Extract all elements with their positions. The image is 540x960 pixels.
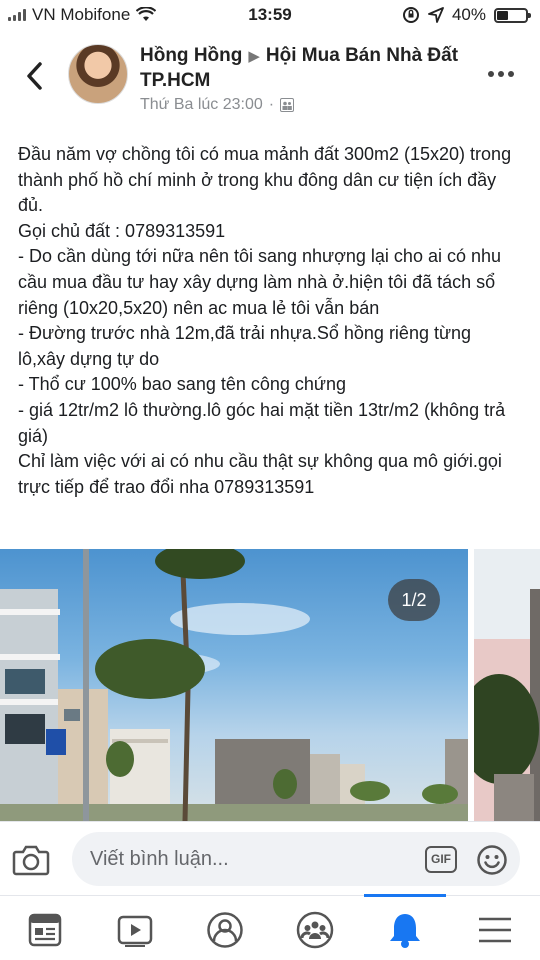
battery-icon <box>494 7 531 23</box>
active-tab-indicator <box>364 894 446 897</box>
separator-dot: · <box>268 96 275 113</box>
next-photo-preview[interactable] <box>474 549 540 821</box>
watch-icon[interactable] <box>115 910 155 950</box>
news-feed-icon[interactable] <box>25 910 65 950</box>
post-author-line: Hồng Hồng ▶ Hội Mua Bán Nhà Đất TP.HCM <box>140 44 470 93</box>
chevron-left-icon[interactable] <box>20 58 50 94</box>
bottom-tab-bar <box>0 894 540 960</box>
group-privacy-icon <box>280 98 295 112</box>
location-icon <box>428 7 444 23</box>
status-bar: VN Mobifone 13:59 40% <box>0 0 540 32</box>
post-header: Hồng Hồng ▶ Hội Mua Bán Nhà Đất TP.HCM Thứ… <box>0 38 540 124</box>
profile-icon[interactable] <box>205 910 245 950</box>
battery-percent: 40% <box>451 5 486 24</box>
author-name[interactable]: Hồng Hồng <box>140 45 242 66</box>
arrow-right-icon: ▶ <box>248 48 260 65</box>
menu-icon[interactable] <box>475 910 515 950</box>
gif-button[interactable]: GIF <box>425 846 457 873</box>
comment-bar: Viết bình luận... GIF <box>0 821 540 895</box>
photo-preview-scene <box>474 589 540 821</box>
battery-fill <box>497 10 508 20</box>
notifications-bell-icon[interactable] <box>385 910 425 950</box>
rotation-lock-icon <box>402 7 419 23</box>
status-right: 40% <box>402 5 531 25</box>
more-horizontal-icon[interactable] <box>488 64 518 84</box>
comment-input[interactable]: Viết bình luận... GIF <box>72 832 520 886</box>
post-meta: Thứ Ba lúc 23:00 · <box>140 96 295 114</box>
smiley-icon[interactable] <box>476 844 508 876</box>
post-timestamp[interactable]: Thứ Ba lúc 23:00 <box>140 96 263 114</box>
avatar[interactable] <box>68 44 128 104</box>
photo-counter: 1/2 <box>388 579 440 621</box>
post-body: Đầu năm vợ chồng tôi có mua mảnh đất 300… <box>18 144 512 497</box>
camera-icon[interactable] <box>12 844 50 876</box>
comment-placeholder: Viết bình luận... <box>90 848 229 870</box>
groups-icon[interactable] <box>295 910 335 950</box>
